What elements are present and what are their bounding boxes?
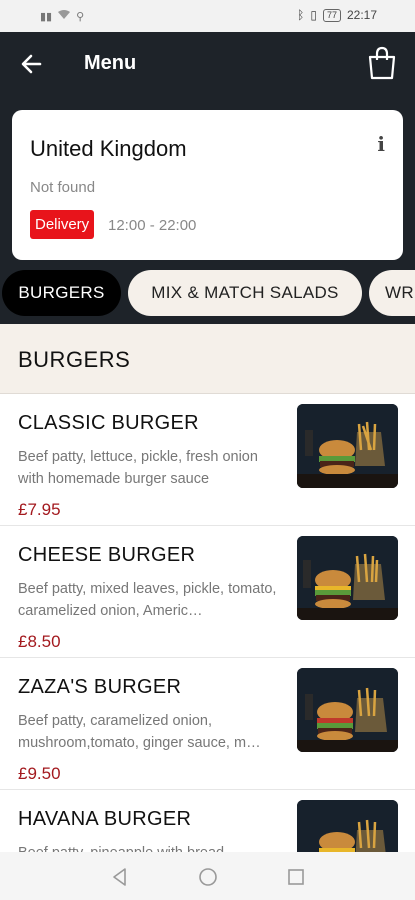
system-nav-bar [0, 852, 415, 900]
section-title: BURGERS [18, 347, 131, 372]
square-recents-icon [288, 869, 304, 885]
signal-icon: ▮▮ [40, 10, 53, 23]
opening-hours: 12:00 - 22:00 [108, 217, 197, 234]
wifi-icon [57, 9, 71, 23]
usb-icon: ⚲ [76, 10, 85, 23]
store-status: Not found [30, 179, 96, 196]
status-bar: ▮▮ ⚲ ᛒ ▯ 77 22:17 [0, 0, 415, 32]
tab-wraps[interactable]: WR [369, 270, 415, 316]
item-price: £7.95 [18, 500, 61, 519]
triangle-back-icon [113, 868, 126, 886]
item-name: CHEESE BURGER [18, 544, 196, 566]
delivery-badge: Delivery [30, 210, 95, 239]
category-tabs: BURGERS MIX & MATCH SALADS WR [0, 264, 415, 324]
item-description: Beef patty, caramelized onion, mushroom,… [18, 713, 261, 751]
menu-item[interactable]: CHEESE BURGER Beef patty, mixed leaves, … [0, 526, 415, 658]
nav-home-button[interactable] [197, 866, 219, 888]
clock: 22:17 [346, 8, 377, 22]
tab-mix-match-salads[interactable]: MIX & MATCH SALADS [128, 270, 362, 316]
info-icon[interactable]: i [377, 132, 385, 156]
store-name: United Kingdom [30, 136, 187, 161]
battery-indicator: 77 [322, 8, 341, 22]
bluetooth-icon: ᛒ [297, 8, 305, 22]
section-header: BURGERS [0, 324, 415, 394]
item-name: HAVANA BURGER [18, 808, 192, 830]
circle-home-icon [199, 868, 217, 886]
shopping-bag-icon [368, 46, 396, 80]
page-title: Menu [84, 52, 137, 74]
back-button[interactable] [18, 50, 46, 78]
vibrate-icon: ▯ [310, 8, 317, 22]
menu-item[interactable]: HAVANA BURGER Beef patty, pineapple with… [0, 790, 415, 852]
store-card[interactable]: United Kingdom i Not found Delivery 12:0… [12, 110, 403, 260]
arrow-left-icon [21, 54, 42, 74]
item-price: £8.50 [18, 632, 61, 651]
item-description: Beef patty, mixed leaves, pickle, tomato… [18, 581, 277, 619]
cart-button[interactable] [367, 46, 397, 80]
menu-items-list: CLASSIC BURGER Beef patty, lettuce, pick… [0, 394, 415, 852]
status-icons-left: ▮▮ ⚲ [40, 9, 84, 23]
burger-image [297, 668, 398, 752]
header: Menu United Kingdom i Not found Delivery… [0, 32, 415, 264]
burger-image [297, 536, 398, 620]
item-description: Beef patty, lettuce, pickle, fresh onion… [18, 449, 258, 487]
tab-burgers[interactable]: BURGERS [2, 270, 121, 316]
item-description: Beef patty, pineapple with bread [18, 842, 284, 852]
item-name: ZAZA'S BURGER [18, 676, 182, 698]
burger-image [297, 800, 398, 852]
status-icons-right: ᛒ ▯ 77 22:17 [297, 8, 377, 22]
burger-image [297, 404, 398, 488]
menu-item[interactable]: ZAZA'S BURGER Beef patty, caramelized on… [0, 658, 415, 790]
item-name: CLASSIC BURGER [18, 412, 199, 434]
menu-item[interactable]: CLASSIC BURGER Beef patty, lettuce, pick… [0, 394, 415, 526]
nav-recents-button[interactable] [285, 866, 307, 888]
nav-back-button[interactable] [109, 866, 131, 888]
item-price: £9.50 [18, 764, 61, 783]
